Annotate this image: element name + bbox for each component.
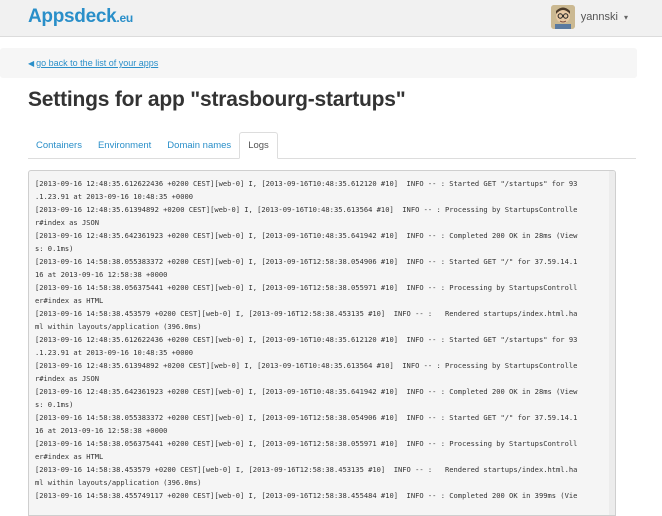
back-link-label: go back to the list of your apps xyxy=(36,58,159,68)
log-line: [2013-09-16 14:58:38.056375441 +0200 CES… xyxy=(35,283,578,292)
log-line: ml within layouts/application (396.0ms) xyxy=(35,478,202,487)
log-line: s: 0.1ms) xyxy=(35,400,74,409)
tab-domain-names[interactable]: Domain names xyxy=(159,132,239,157)
log-lines: [2013-09-16 12:48:35.612622436 +0200 CES… xyxy=(29,171,615,502)
log-viewer[interactable]: [2013-09-16 12:48:35.612622436 +0200 CES… xyxy=(28,170,616,516)
back-to-apps-link[interactable]: ◀ go back to the list of your apps xyxy=(28,58,158,68)
back-nav-row: ◀ go back to the list of your apps xyxy=(0,48,637,78)
log-line: [2013-09-16 14:58:38.453579 +0200 CEST][… xyxy=(35,465,578,474)
log-line: s: 0.1ms) xyxy=(35,244,74,253)
log-line: [2013-09-16 14:58:38.056375441 +0200 CES… xyxy=(35,439,578,448)
log-line: [2013-09-16 14:58:38.455749117 +0200 CES… xyxy=(35,491,578,500)
log-line: .1.23.91 at 2013-09-16 10:48:35 +0000 xyxy=(35,192,194,201)
log-line: [2013-09-16 12:48:35.642361923 +0200 CES… xyxy=(35,231,578,240)
brand-name: Appsdeck xyxy=(28,6,117,27)
chevron-down-icon: ▾ xyxy=(623,12,628,22)
brand-tld: .eu xyxy=(116,11,133,25)
brand-logo[interactable]: Appsdeck.eu xyxy=(28,6,133,28)
log-line: 16 at 2013-09-16 12:58:38 +0000 xyxy=(35,270,168,279)
tab-containers[interactable]: Containers xyxy=(28,132,90,157)
log-line: [2013-09-16 12:48:35.612622436 +0200 CES… xyxy=(35,179,578,188)
log-scrollbar[interactable] xyxy=(609,171,615,515)
avatar-icon xyxy=(550,5,575,29)
tab-logs[interactable]: Logs xyxy=(239,132,278,159)
log-line: [2013-09-16 12:48:35.642361923 +0200 CES… xyxy=(35,387,578,396)
page-title: Settings for app "strasbourg-startups" xyxy=(28,88,406,111)
log-line: .1.23.91 at 2013-09-16 10:48:35 +0000 xyxy=(35,348,194,357)
log-line: er#index as HTML xyxy=(35,296,104,305)
log-line: [2013-09-16 14:58:38.055383372 +0200 CES… xyxy=(35,257,578,266)
log-line: 16 at 2013-09-16 12:58:38 +0000 xyxy=(35,426,168,435)
log-line: er#index as HTML xyxy=(35,452,104,461)
log-line: ml within layouts/application (396.0ms) xyxy=(35,322,202,331)
log-line: [2013-09-16 12:48:35.612622436 +0200 CES… xyxy=(35,335,578,344)
log-line: [2013-09-16 12:48:35.61394892 +0200 CEST… xyxy=(35,205,578,214)
tab-environment[interactable]: Environment xyxy=(90,132,159,157)
log-line: [2013-09-16 12:48:35.61394892 +0200 CEST… xyxy=(35,361,578,370)
log-line: [2013-09-16 14:58:38.055383372 +0200 CES… xyxy=(35,413,578,422)
top-navbar: Appsdeck.eu yannski ▾ xyxy=(0,0,662,37)
back-arrow-icon: ◀ xyxy=(28,59,35,68)
log-line: r#index as JSON xyxy=(35,374,100,383)
user-menu[interactable]: yannski ▾ xyxy=(550,5,628,29)
username: yannski xyxy=(580,11,618,23)
settings-tabs: Containers Environment Domain names Logs xyxy=(28,132,636,159)
log-line: [2013-09-16 14:58:38.453579 +0200 CEST][… xyxy=(35,309,578,318)
log-line: r#index as JSON xyxy=(35,218,100,227)
